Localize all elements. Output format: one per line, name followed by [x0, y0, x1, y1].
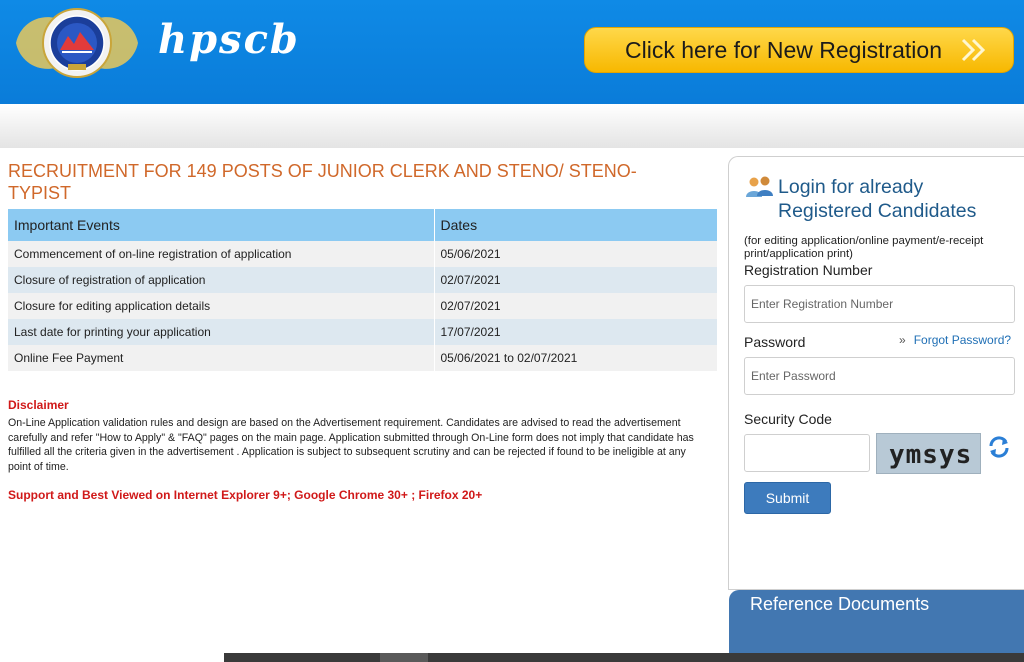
table-row: Closure of registration of application 0… [8, 267, 718, 293]
double-chevron-right-icon [961, 38, 986, 62]
forgot-password-label: Forgot Password? [913, 333, 1012, 347]
event-cell: Closure of registration of application [8, 267, 435, 293]
browser-support-note: Support and Best Viewed on Internet Expl… [8, 488, 483, 502]
bottom-scrollbar[interactable] [224, 653, 1024, 662]
event-cell: Last date for printing your application [8, 319, 435, 345]
column-header-dates: Dates [434, 209, 718, 241]
date-cell: 05/06/2021 [434, 241, 718, 267]
important-events-table: Important Events Dates Commencement of o… [8, 209, 718, 371]
disclaimer-text: On-Line Application validation rules and… [8, 417, 694, 473]
login-heading-line1: Login for already [778, 176, 924, 198]
refresh-captcha-icon[interactable] [987, 435, 1011, 459]
event-cell: Closure for editing application details [8, 293, 435, 319]
table-row: Closure for editing application details … [8, 293, 718, 319]
date-cell: 17/07/2021 [434, 319, 718, 345]
login-note: (for editing application/online payment/… [744, 235, 984, 260]
site-header: hpscb Click here for New Registration [0, 0, 1024, 104]
table-header-row: Important Events Dates [8, 209, 718, 241]
new-registration-button[interactable]: Click here for New Registration [584, 27, 1014, 73]
captcha-text: ymsys [889, 440, 973, 470]
event-cell: Online Fee Payment [8, 345, 435, 371]
submit-button[interactable]: Submit [744, 482, 831, 514]
brand-wordmark: hpscb [158, 16, 300, 63]
date-cell: 02/07/2021 [434, 267, 718, 293]
double-chevron-right-icon: » [899, 333, 906, 347]
reference-documents-title: Reference Documents [750, 594, 930, 614]
security-code-label: Security Code [744, 411, 832, 427]
table-row: Online Fee Payment 05/06/2021 to 02/07/2… [8, 345, 718, 371]
disclaimer-heading: Disclaimer [8, 398, 69, 412]
event-cell: Commencement of on-line registration of … [8, 241, 435, 267]
reference-documents-panel[interactable]: Reference Documents [729, 590, 1024, 662]
table-row: Commencement of on-line registration of … [8, 241, 718, 267]
scrollbar-thumb[interactable] [380, 653, 428, 662]
users-icon [746, 176, 773, 197]
hpscb-seal-logo-icon[interactable] [10, 6, 144, 80]
date-cell: 02/07/2021 [434, 293, 718, 319]
password-input[interactable] [744, 357, 1015, 395]
date-cell: 05/06/2021 to 02/07/2021 [434, 345, 718, 371]
new-registration-label: Click here for New Registration [625, 36, 943, 63]
forgot-password-link[interactable]: » Forgot Password? [899, 333, 1011, 347]
table-row: Last date for printing your application … [8, 319, 718, 345]
registration-number-label: Registration Number [744, 262, 873, 278]
password-label: Password [744, 334, 806, 350]
page-title: RECRUITMENT FOR 149 POSTS OF JUNIOR CLER… [8, 161, 637, 203]
login-heading: Login for already Registered Candidates [778, 175, 976, 223]
security-code-input[interactable] [744, 434, 870, 472]
login-panel: Login for already Registered Candidates … [728, 156, 1024, 590]
nav-band [0, 104, 1024, 148]
column-header-events: Important Events [8, 209, 435, 241]
registration-number-input[interactable] [744, 285, 1015, 323]
captcha-image: ymsys [876, 433, 981, 474]
login-heading-line2: Registered Candidates [778, 200, 977, 222]
